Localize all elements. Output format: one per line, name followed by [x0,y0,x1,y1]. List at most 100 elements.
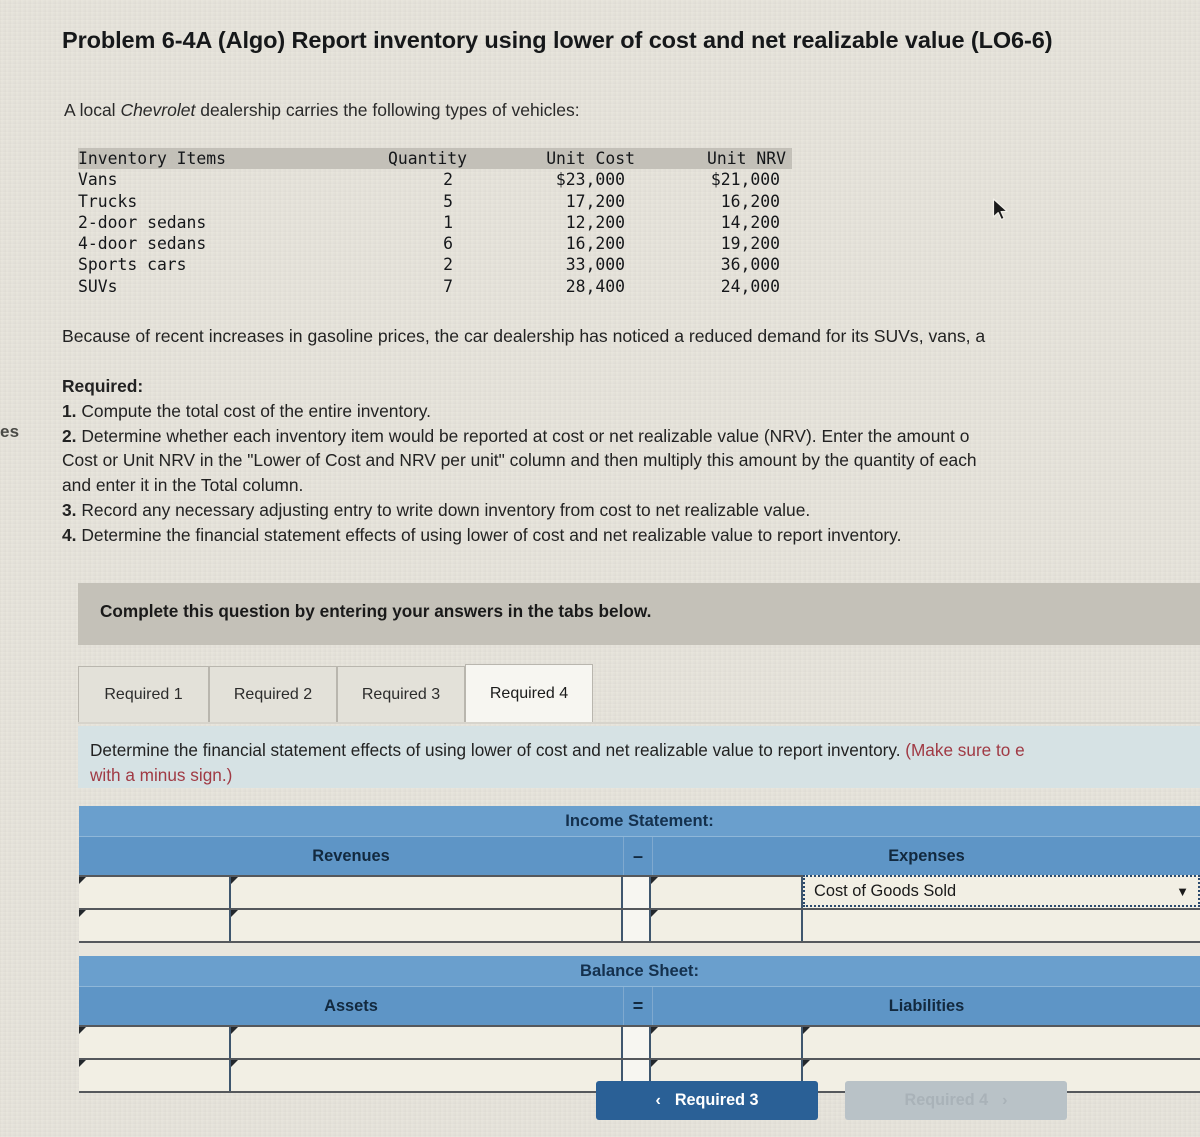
table-row: SUVs 7 28,400 24,000 [78,276,792,297]
cell-marker-icon [79,1060,86,1067]
requirement-2-line2: Cost or Unit NRV in the "Lower of Cost a… [62,450,977,471]
cell-item: Vans [78,170,118,190]
cell-unit-cost: 33,000 [565,255,625,275]
col-header-unit-nrv: Unit NRV [645,148,792,170]
revenues-label-cell-1[interactable] [79,877,231,908]
cell-item: Sports cars [78,255,187,275]
income-statement-column-headers: Revenues – Expenses [79,837,1200,875]
cell-marker-icon [231,910,238,917]
complete-question-text: Complete this question by entering your … [100,601,652,621]
cell-item: 2-door sedans [78,212,207,232]
income-statement-title: Income Statement: [79,806,1200,837]
header-expenses: Expenses [888,846,965,865]
instruction-black: Determine the financial statement effect… [90,740,906,760]
requirement-1: 1. Compute the total cost of the entire … [62,399,1200,424]
previous-required-label: Required 3 [674,1091,759,1109]
tab-required-1-label: Required 1 [104,685,183,703]
header-revenues: Revenues [79,837,624,875]
tab-instruction-text: Determine the financial statement effect… [90,738,1025,788]
assets-label-cell-1[interactable] [79,1027,231,1058]
cell-marker-icon [803,1060,810,1067]
cost-of-goods-sold-dropdown-label: Cost of Goods Sold [814,881,957,900]
col-header-quantity: Quantity [323,148,475,170]
intro-brand: Chevrolet [120,100,196,120]
header-liabilities: Liabilities [888,996,965,1015]
requirement-4-text: Determine the financial statement effect… [81,524,902,545]
inventory-table-header-row: Inventory Items Quantity Unit Cost Unit … [78,148,792,170]
navigation-buttons: ‹ Required 3 Required 4 › [596,1081,1067,1120]
requirement-1-text: Compute the total cost of the entire inv… [81,400,431,421]
previous-required-button[interactable]: ‹ Required 3 [596,1081,818,1120]
tab-required-2-label: Required 2 [233,685,313,703]
cell-marker-icon [231,1060,238,1067]
inventory-table: Inventory Items Quantity Unit Cost Unit … [78,148,792,297]
balance-sheet-column-headers: Assets = Liabilities [79,987,1200,1025]
cell-marker-icon [651,877,658,884]
next-required-label: Required 4 [904,1091,989,1109]
cell-marker-icon [79,910,86,917]
col-header-inventory-items: Inventory Items [78,148,323,170]
tab-required-4[interactable]: Required 4 [465,664,593,722]
operator-spacer-2 [623,910,651,941]
complete-question-band: Complete this question by entering your … [78,583,1200,645]
tab-required-3[interactable]: Required 3 [337,666,465,722]
instruction-red-line2: with a minus sign.) [90,765,233,785]
cell-marker-icon [651,1027,658,1034]
cell-quantity: 2 [443,170,453,190]
table-row: 4-door sedans 6 16,200 19,200 [78,233,792,254]
liabilities-amount-cell-1[interactable] [803,1027,1200,1058]
expenses-label-cell-2[interactable] [651,910,803,941]
table-row: Trucks 5 17,200 16,200 [78,191,792,212]
cell-marker-icon [651,1060,658,1067]
cell-unit-cost: 12,200 [565,212,625,232]
income-statement-row-1: Cost of Goods Sold ▼ [79,875,1200,910]
required-list: Required: 1. Compute the total cost of t… [62,374,1200,548]
cell-item: SUVs [78,276,118,296]
requirement-3-number: 3. [62,499,77,520]
requirement-3: 3. Record any necessary adjusting entry … [62,498,1200,523]
revenues-amount-cell-1[interactable] [231,877,623,908]
cost-of-goods-sold-dropdown[interactable]: Cost of Goods Sold ▼ [803,875,1200,907]
cell-unit-cost: 28,400 [565,276,625,296]
expenses-label-cell-1[interactable] [651,877,803,908]
cell-unit-cost: 17,200 [565,191,625,211]
tab-required-1[interactable]: Required 1 [78,666,209,722]
tab-required-3-label: Required 3 [361,685,441,703]
cell-unit-nrv: 19,200 [720,234,780,254]
revenues-label-cell-2[interactable] [79,910,231,941]
liabilities-label-cell-1[interactable] [651,1027,803,1058]
cell-marker-icon [79,877,86,884]
next-required-button[interactable]: Required 4 › [845,1081,1067,1120]
cell-marker-icon [803,1027,810,1034]
cell-item: Trucks [78,191,138,211]
assets-label-cell-2[interactable] [79,1060,231,1091]
page-title: Problem 6-4A (Algo) Report inventory usi… [62,27,1053,53]
table-row: Vans 2 $23,000 $21,000 [78,169,792,190]
tab-required-2[interactable]: Required 2 [209,666,337,722]
cell-unit-nrv: 16,200 [720,191,780,211]
tab-underline [78,722,1200,724]
col-header-unit-cost: Unit Cost [475,148,645,170]
cell-marker-icon [651,910,658,917]
cell-marker-icon [79,1027,86,1034]
table-row: Sports cars 2 33,000 36,000 [78,254,792,275]
expenses-amount-cell-2[interactable] [803,910,1200,941]
cell-unit-nrv: 36,000 [720,255,780,275]
intro-before: A local [64,100,121,120]
intro-paragraph: A local Chevrolet dealership carries the… [64,100,580,121]
assets-amount-cell-1[interactable] [231,1027,623,1058]
assets-amount-cell-2[interactable] [231,1060,623,1091]
balance-sheet-row-1 [79,1025,1200,1060]
cell-marker-icon [231,1027,238,1034]
balance-sheet-title: Balance Sheet: [79,956,1200,987]
worksheet-spacer [79,943,1200,956]
cell-unit-cost: 16,200 [565,234,625,254]
revenues-amount-cell-2[interactable] [231,910,623,941]
instruction-red-line1: (Make sure to e [905,740,1025,760]
chevron-right-icon: › [1002,1091,1008,1109]
operator-equals: = [624,987,653,1025]
chevron-down-icon[interactable]: ▼ [1176,884,1189,899]
mouse-cursor-icon [992,198,1008,221]
inventory-table-body: Vans 2 $23,000 $21,000 Trucks 5 17,200 1… [78,169,792,297]
expenses-dropdown-cell-1[interactable]: Cost of Goods Sold ▼ [803,875,1200,908]
